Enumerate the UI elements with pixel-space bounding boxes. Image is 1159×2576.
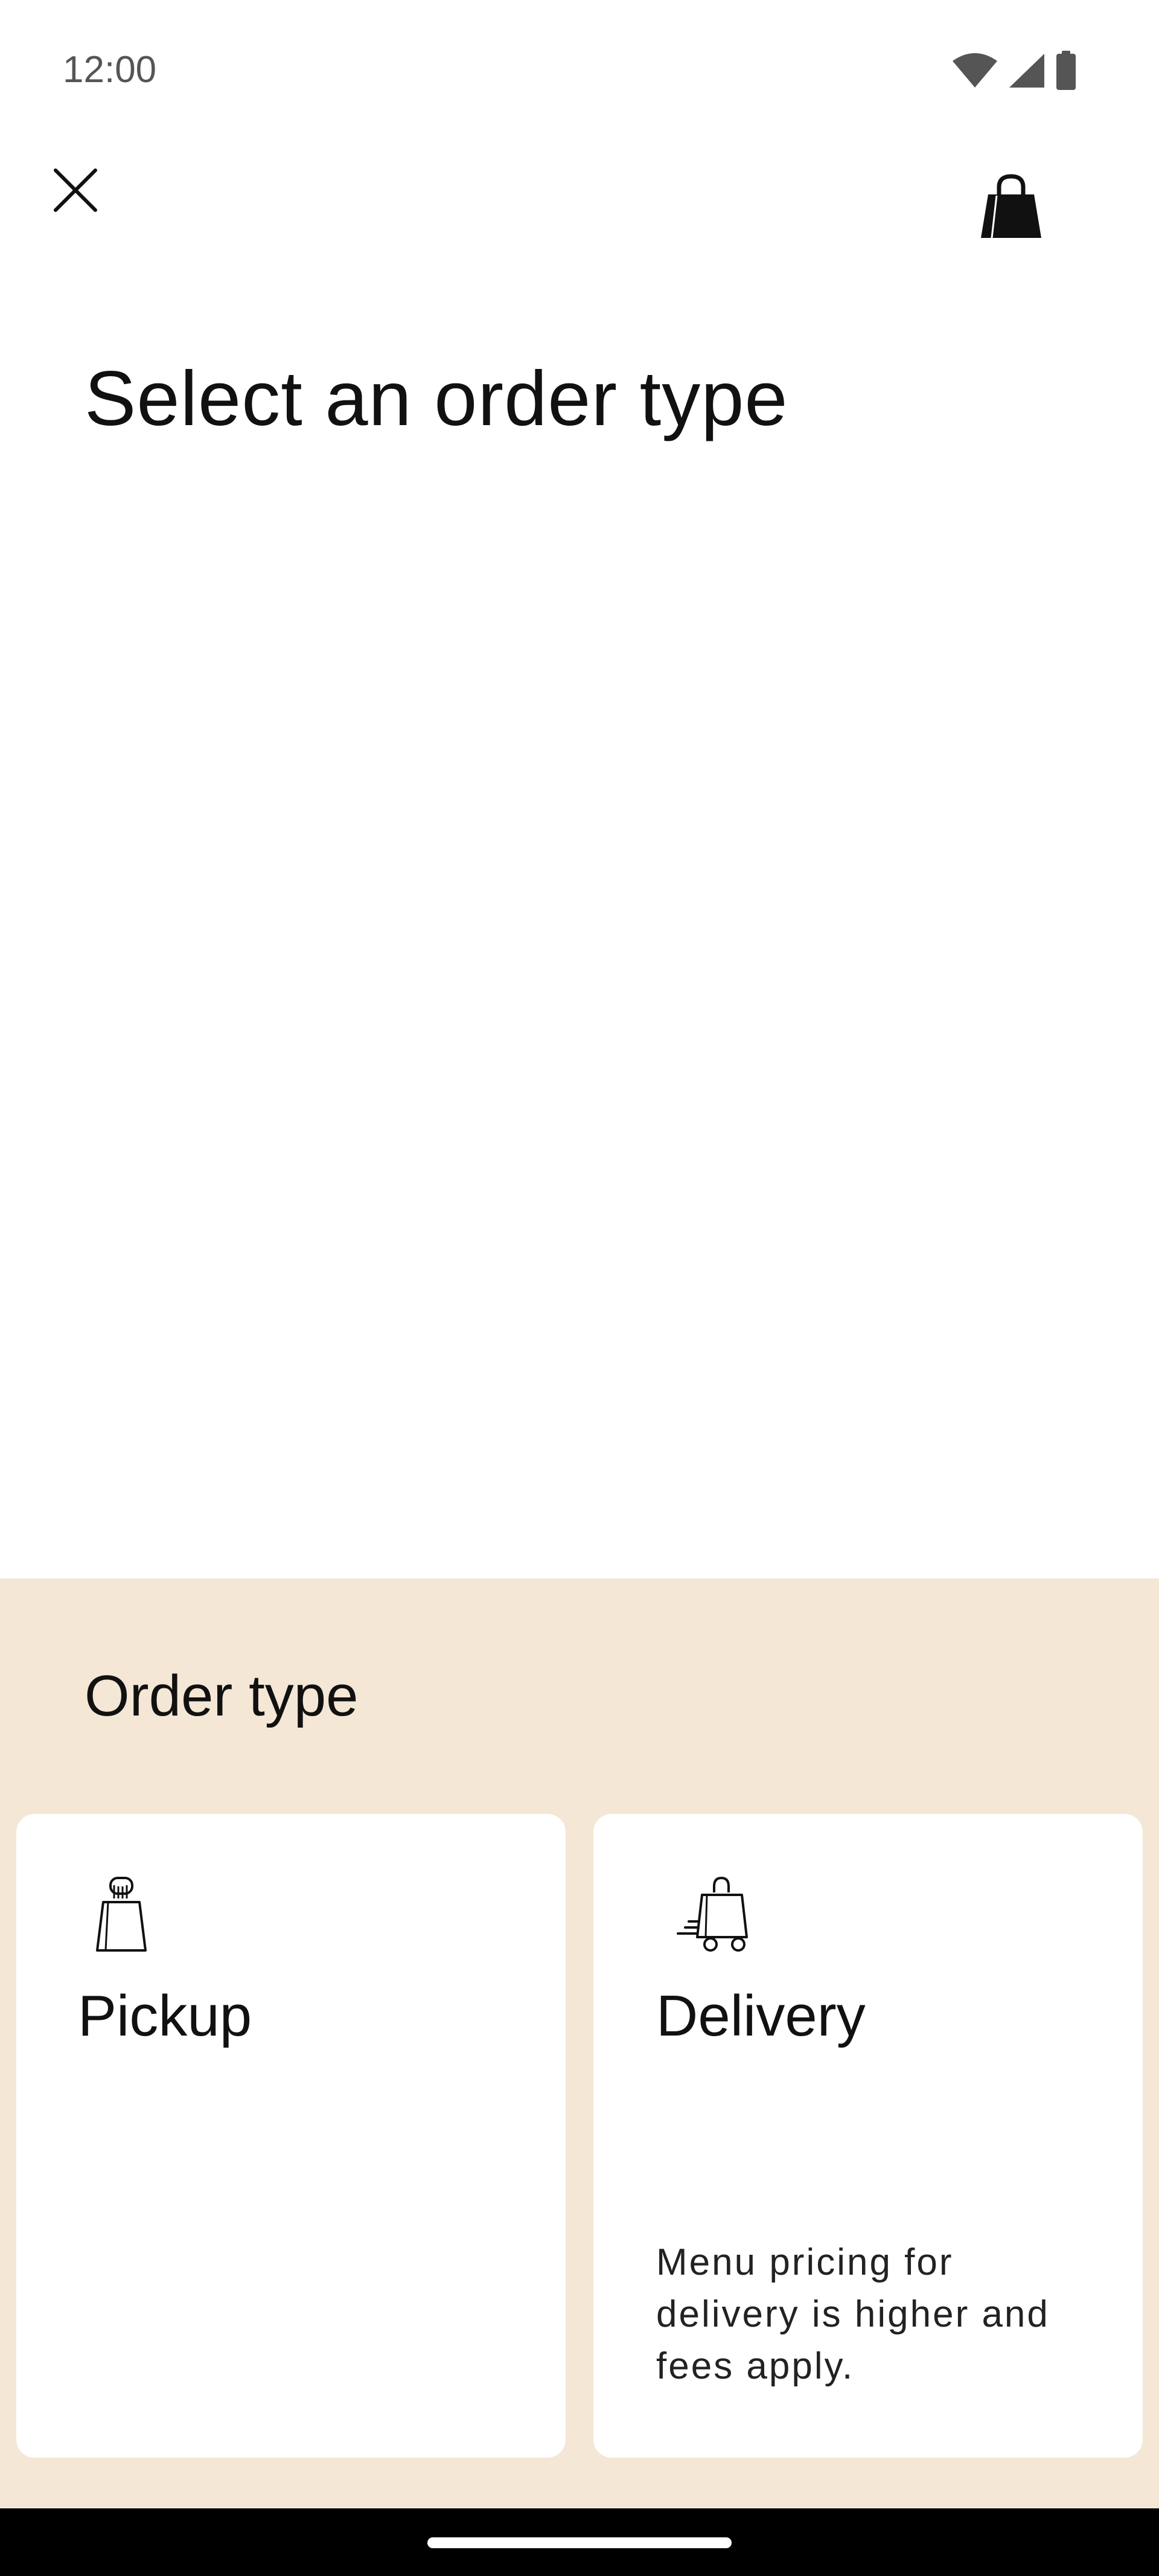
delivery-pricing-note: Menu pricing for delivery is higher and …: [656, 2241, 1050, 2387]
wifi-icon: [951, 53, 998, 92]
delivery-option-card[interactable]: Delivery Menu pricing for delivery is hi…: [593, 1814, 1143, 2458]
order-type-screen: 12:00 Select an order type Order type Pi…: [0, 0, 1159, 2576]
status-time: 12:00: [63, 49, 157, 91]
status-bar: 12:00: [0, 0, 1159, 139]
page-title: Select an order type: [85, 355, 788, 442]
order-type-sheet: Order type Pickup Delivery Menu pricing …: [0, 1578, 1159, 2508]
shopping-bag-icon: [979, 173, 1044, 243]
pickup-label: Pickup: [78, 1984, 252, 2048]
status-icons: [951, 51, 1077, 94]
cart-button[interactable]: [966, 169, 1056, 248]
delivery-cart-icon: [671, 1874, 755, 1953]
close-button[interactable]: [42, 158, 109, 225]
home-gesture-handle[interactable]: [427, 2537, 732, 2548]
close-icon: [53, 168, 98, 216]
pickup-option-card[interactable]: Pickup: [16, 1814, 566, 2458]
cellular-signal-icon: [1008, 53, 1046, 92]
sheet-title: Order type: [85, 1664, 359, 1728]
battery-icon: [1055, 51, 1077, 94]
navigation-bar: [0, 2508, 1159, 2576]
pickup-bag-icon: [77, 1874, 161, 1953]
delivery-label: Delivery: [656, 1984, 866, 2048]
